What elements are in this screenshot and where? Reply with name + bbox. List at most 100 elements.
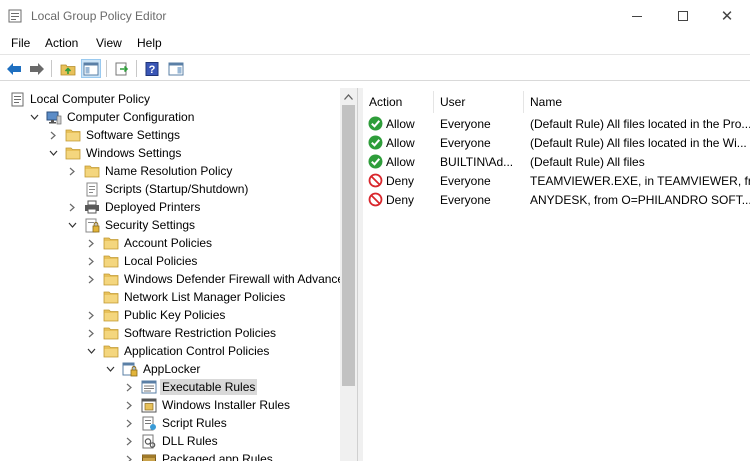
up-one-level-button[interactable] <box>58 59 78 78</box>
expand-chevron-icon[interactable] <box>85 324 97 342</box>
rule-user-cell: Everyone <box>440 192 491 207</box>
tree-item-software-settings[interactable]: Software Settings <box>47 126 182 144</box>
tree-item-applocker[interactable]: AppLocker <box>104 360 202 378</box>
rule-row[interactable]: Allow Everyone (Default Rule) All files lo… <box>363 133 750 152</box>
up-folder-icon <box>60 64 76 75</box>
forward-button[interactable] <box>27 59 47 78</box>
tree-item-account-policies[interactable]: Account Policies <box>85 234 214 252</box>
menu-view[interactable]: View <box>96 36 122 50</box>
security-icon <box>84 217 100 233</box>
expand-chevron-icon[interactable] <box>123 414 135 432</box>
rule-action-text: Deny <box>386 173 415 188</box>
back-button[interactable] <box>4 59 24 78</box>
tree-item-packaged-app-rules[interactable]: Packaged app Rules <box>123 450 275 461</box>
tree-item-software-restriction-policies[interactable]: Software Restriction Policies <box>85 324 278 342</box>
collapse-chevron-icon[interactable] <box>47 144 59 162</box>
tree-item-label: Security Settings <box>105 218 196 232</box>
tree-item-windows-installer-rules[interactable]: Windows Installer Rules <box>123 396 292 414</box>
rule-action-text: Deny <box>386 192 415 207</box>
expand-chevron-icon[interactable] <box>123 396 135 414</box>
tree-item-label: Software Restriction Policies <box>124 326 277 340</box>
column-header-action[interactable]: Action <box>363 91 434 113</box>
tree-item-local-computer-policy[interactable]: Local Computer Policy <box>9 90 152 108</box>
tree-item-computer-configuration[interactable]: Computer Configuration <box>28 108 196 126</box>
expand-chevron-icon[interactable] <box>85 270 97 288</box>
collapse-chevron-icon[interactable] <box>66 216 78 234</box>
tree-item-name-resolution-policy[interactable]: Name Resolution Policy <box>66 162 234 180</box>
export-list-button[interactable] <box>112 59 132 78</box>
collapse-chevron-icon[interactable] <box>85 342 97 360</box>
rule-user-cell: Everyone <box>440 135 491 150</box>
forward-arrow-icon <box>30 62 44 75</box>
tree-item-executable-rules[interactable]: Executable Rules <box>123 378 258 396</box>
rule-row[interactable]: Deny Everyone ANYDESK, from O=PHILANDRO SO… <box>363 190 750 209</box>
folder-icon <box>65 145 81 161</box>
policy-icon <box>9 91 25 107</box>
folder-icon <box>103 289 119 305</box>
installer-icon <box>141 397 157 413</box>
tree-item-label: DLL Rules <box>162 434 218 448</box>
tree-item-deployed-printers[interactable]: Deployed Printers <box>66 198 202 216</box>
help-button[interactable]: ? <box>142 59 162 78</box>
expand-chevron-icon[interactable] <box>123 432 135 450</box>
tree-item-application-control-policies[interactable]: Application Control Policies <box>85 342 271 360</box>
rule-action-cell: Deny <box>368 171 434 190</box>
scrollbar-thumb[interactable] <box>342 105 355 386</box>
column-header-name[interactable]: Name <box>524 91 750 113</box>
tree-item-label: Public Key Policies <box>124 308 226 322</box>
computer-icon <box>46 109 62 125</box>
expand-chevron-icon[interactable] <box>123 378 135 396</box>
expand-chevron-icon[interactable] <box>66 198 78 216</box>
toolbar: ? <box>0 54 750 81</box>
folder-icon <box>103 235 119 251</box>
expand-chevron-icon[interactable] <box>85 234 97 252</box>
tree-item-security-settings[interactable]: Security Settings <box>66 216 197 234</box>
rule-row[interactable]: Deny Everyone TEAMVIEWER.EXE, in TEAMVIEWE… <box>363 171 750 190</box>
rule-action-text: Allow <box>386 135 415 150</box>
dll-icon <box>141 433 157 449</box>
rule-row[interactable]: Allow Everyone (Default Rule) All files lo… <box>363 114 750 133</box>
expand-chevron-icon[interactable] <box>66 162 78 180</box>
expand-chevron-icon[interactable] <box>85 252 97 270</box>
expand-chevron-icon[interactable] <box>123 450 135 461</box>
menu-help[interactable]: Help <box>137 36 162 50</box>
scroll-up-button[interactable] <box>340 88 357 105</box>
minimize-button[interactable] <box>614 0 660 32</box>
tree-item-public-key-policies[interactable]: Public Key Policies <box>85 306 227 324</box>
rule-row[interactable]: Allow BUILTIN\Ad... (Default Rule) All fil… <box>363 152 750 171</box>
tree-item-dll-rules[interactable]: DLL Rules <box>123 432 220 450</box>
toolbar-separator <box>51 60 52 77</box>
menu-file[interactable]: File <box>11 36 30 50</box>
folder-icon <box>103 253 119 269</box>
toolbar-separator <box>106 60 107 77</box>
rule-name-cell: ANYDESK, from O=PHILANDRO SOFT... <box>530 192 750 207</box>
tree-scrollbar[interactable] <box>340 88 357 461</box>
tree-item-script-rules[interactable]: Script Rules <box>123 414 229 432</box>
tree-item-network-list-manager-policies[interactable]: Network List Manager Policies <box>85 288 287 306</box>
collapse-chevron-icon[interactable] <box>28 108 40 126</box>
folder-icon <box>103 307 119 323</box>
console-tree: Local Computer Policy Computer Configurat… <box>0 88 358 461</box>
tree-item-label: Windows Installer Rules <box>162 398 291 412</box>
column-header-user[interactable]: User <box>434 91 524 113</box>
maximize-button[interactable] <box>660 0 706 32</box>
tree-item-windows-settings[interactable]: Windows Settings <box>47 144 183 162</box>
show-hide-console-tree-button[interactable] <box>81 59 101 78</box>
tree-item-label: Scripts (Startup/Shutdown) <box>105 182 249 196</box>
menu-action[interactable]: Action <box>45 36 78 50</box>
close-button[interactable]: ✕ <box>704 0 750 32</box>
expand-chevron-icon[interactable] <box>85 306 97 324</box>
tree-item-label: Local Computer Policy <box>30 92 151 106</box>
tree-item-label: Computer Configuration <box>67 110 195 124</box>
folder-icon <box>103 325 119 341</box>
group-policy-app-icon <box>8 9 23 23</box>
rule-user-cell: BUILTIN\Ad... <box>440 154 514 169</box>
tree-item-scripts-startup-shutdown[interactable]: Scripts (Startup/Shutdown) <box>66 180 250 198</box>
collapse-chevron-icon[interactable] <box>104 360 116 378</box>
tree-item-windows-defender-firewall-with-advanced-s[interactable]: Windows Defender Firewall with Advanced … <box>85 270 357 288</box>
expand-chevron-icon[interactable] <box>47 126 59 144</box>
tree-item-label: Packaged app Rules <box>162 452 273 461</box>
show-hide-action-pane-button[interactable] <box>166 59 186 78</box>
tree-item-local-policies[interactable]: Local Policies <box>85 252 199 270</box>
show-hide-tree-icon <box>83 62 99 75</box>
